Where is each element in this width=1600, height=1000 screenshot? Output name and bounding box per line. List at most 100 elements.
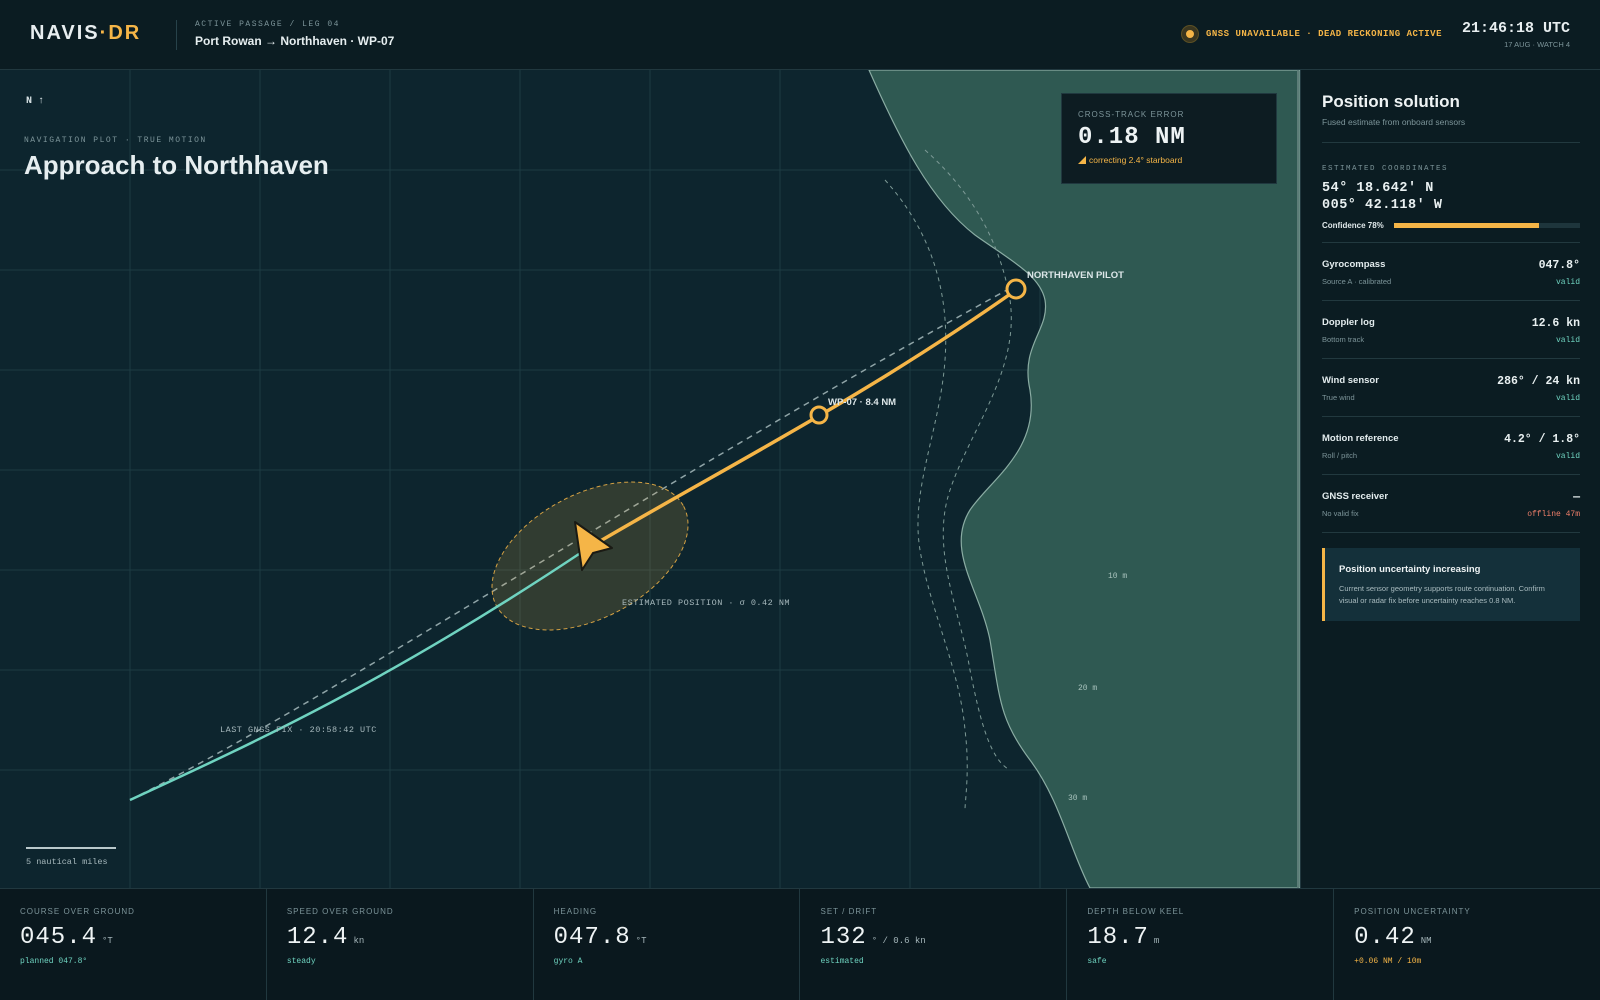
alert-body: Current sensor geometry supports route c… [1339, 584, 1545, 605]
scale-bar: 5 nautical miles [26, 847, 116, 867]
sensor-value: 4.2° / 1.8° [1504, 433, 1580, 446]
metric-cog: COURSE OVER GROUND 045.4 °T planned 047.8… [0, 889, 267, 1000]
metric-unit: ° / 0.6 kn [871, 936, 926, 946]
brand-dot: · [99, 22, 109, 44]
depth-contours [884, 149, 1012, 811]
depth-label-10: 10 m [1108, 572, 1128, 581]
last-fix-label: LAST GNSS FIX · 20:58:42 UTC [220, 725, 377, 735]
sensor-source: Roll / pitch [1322, 451, 1358, 460]
metric-value: 047.8 [553, 924, 631, 951]
metric-label: HEADING [553, 907, 598, 916]
waypoint-label-pilot: NORTHHAVEN PILOT [1027, 270, 1124, 281]
north-indicator: N ↑ [26, 96, 45, 107]
metric-note: gyro A [553, 957, 583, 966]
metric-note: planned 047.8° [20, 957, 88, 966]
sensor-status: valid [1555, 452, 1580, 461]
metric-unit: NM [1420, 936, 1432, 946]
depth-label-30: 30 m [1068, 794, 1088, 803]
latitude: 54° 18.642′ N [1322, 181, 1434, 196]
alert-title: Position uncertainty increasing [1339, 564, 1481, 575]
metric-unit: °T [102, 936, 113, 946]
sensor-row-gnss-receiver[interactable]: GNSS receiver No valid fix — offline 47m [1322, 475, 1580, 533]
metric-sog: SPEED OVER GROUND 12.4 kn steady [267, 889, 534, 1000]
waypoint-icon[interactable] [809, 405, 829, 425]
longitude: 005° 42.118′ W [1322, 198, 1443, 213]
metric-unit: m [1153, 936, 1160, 946]
xte-note: correcting 2.4° starboard [1078, 155, 1260, 165]
sensor-name: GNSS receiver [1322, 491, 1389, 502]
top-bar: NAVIS·DR ACTIVE PASSAGE / LEG 04 Port Ro… [0, 0, 1600, 70]
panel-subtitle: Fused estimate from onboard sensors [1322, 117, 1466, 127]
chart-canvas[interactable] [0, 70, 1300, 888]
metrics-bar: COURSE OVER GROUND 045.4 °T planned 047.8… [0, 888, 1600, 1000]
sensor-source: Source A · calibrated [1322, 277, 1392, 286]
passage-eyebrow: ACTIVE PASSAGE / LEG 04 [195, 20, 340, 29]
panel-title: Position solution [1322, 92, 1460, 111]
passage-route[interactable]: Port Rowan → Northhaven · WP-07 [195, 34, 394, 48]
brand-suffix: DR [108, 22, 142, 44]
sensor-status: valid [1555, 394, 1580, 403]
waypoint-label-wp07: WP-07 · 8.4 NM [828, 397, 897, 408]
plot-eyebrow: NAVIGATION PLOT · TRUE MOTION [24, 136, 207, 145]
sensor-value: 047.8° [1538, 259, 1580, 272]
depth-label-20: 20 m [1078, 684, 1098, 693]
sensor-value: 12.6 kn [1531, 317, 1580, 330]
sensor-row-motion-reference[interactable]: Motion reference Roll / pitch 4.2° / 1.8°… [1322, 417, 1580, 475]
metric-value: 18.7 [1087, 924, 1149, 951]
sensor-source: Bottom track [1322, 335, 1365, 344]
gnss-warning-icon [1181, 26, 1198, 42]
sensor-source: True wind [1322, 393, 1355, 402]
xte-label: CROSS-TRACK ERROR [1078, 110, 1185, 119]
sensor-status: offline 47m [1527, 510, 1580, 519]
metric-value: 132 [820, 924, 867, 951]
sensor-status: valid [1555, 278, 1580, 287]
position-solution-panel: Position solution Fused estimate from on… [1300, 70, 1600, 888]
correction-icon [1078, 156, 1086, 164]
gnss-alert[interactable]: GNSS UNAVAILABLE · DEAD RECKONING ACTIVE [1181, 26, 1442, 42]
xte-note-text: correcting 2.4° starboard [1089, 155, 1183, 165]
scale-bar-line [26, 847, 116, 849]
metric-position-uncertainty: POSITION UNCERTAINTY 0.42 NM +0.06 NM / 1… [1334, 889, 1600, 1000]
coords-eyebrow: ESTIMATED COORDINATES [1322, 165, 1449, 173]
cross-track-error-card: CROSS-TRACK ERROR 0.18 NM correcting 2.4… [1061, 93, 1277, 184]
scale-label: 5 nautical miles [26, 857, 108, 867]
sensor-value: 286° / 24 kn [1497, 375, 1580, 388]
brand-name: NAVIS [30, 22, 100, 44]
metric-value: 0.42 [1354, 924, 1416, 951]
metric-label: POSITION UNCERTAINTY [1354, 907, 1471, 916]
metric-label: SET / DRIFT [820, 907, 878, 916]
metric-label: SPEED OVER GROUND [286, 907, 394, 916]
metric-unit: kn [353, 936, 365, 946]
metric-label: COURSE OVER GROUND [20, 907, 135, 916]
confidence-row: Confidence 78% [1322, 221, 1580, 230]
metric-note: +0.06 NM / 10m [1354, 957, 1422, 966]
sensor-name: Doppler log [1322, 317, 1375, 328]
sensor-row-gyrocompass[interactable]: Gyrocompass Source A · calibrated 047.8° v… [1322, 243, 1580, 301]
clock-date-watch: 17 AUG · WATCH 4 [1504, 40, 1570, 49]
landmass [868, 70, 1300, 888]
metric-unit: °T [635, 936, 647, 946]
clock: 21:46:18 UTC 17 AUG · WATCH 4 [1462, 20, 1570, 49]
sensor-name: Motion reference [1322, 433, 1399, 444]
uncertainty-alert: Position uncertainty increasing Current … [1322, 548, 1580, 621]
metric-note: estimated [820, 957, 864, 966]
sensor-row-wind[interactable]: Wind sensor True wind 286° / 24 kn valid [1322, 359, 1580, 417]
navigation-plot[interactable]: N ↑ NAVIGATION PLOT · TRUE MOTION Approa… [0, 70, 1300, 888]
sensor-value: — [1573, 491, 1580, 504]
divider [176, 20, 177, 50]
sensor-status: valid [1555, 336, 1580, 345]
gnss-alert-text: GNSS UNAVAILABLE · DEAD RECKONING ACTIVE [1205, 29, 1442, 39]
sensor-list: Gyrocompass Source A · calibrated 047.8° v… [1322, 243, 1580, 533]
sensor-row-doppler-log[interactable]: Doppler log Bottom track 12.6 kn valid [1322, 301, 1580, 359]
plot-title: Approach to Northhaven [24, 150, 329, 180]
pilot-waypoint-icon[interactable] [1005, 278, 1027, 300]
metric-note: steady [286, 957, 316, 966]
confidence-bar [1393, 223, 1580, 228]
metric-note: safe [1087, 957, 1107, 966]
sensor-name: Gyrocompass [1322, 259, 1386, 270]
metric-value: 045.4 [20, 924, 98, 951]
metric-depth: DEPTH BELOW KEEL 18.7 m safe [1067, 889, 1335, 1000]
sensor-source: No valid fix [1322, 509, 1359, 518]
clock-time: 21:46:18 UTC [1461, 20, 1570, 37]
divider [1322, 142, 1580, 143]
